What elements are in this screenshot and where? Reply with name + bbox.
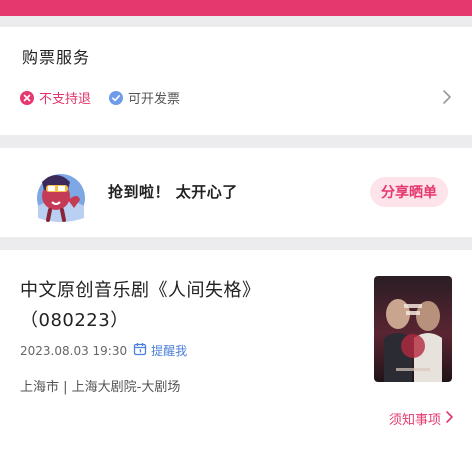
service-tag-no-refund: 不支持退 xyxy=(20,88,91,107)
event-datetime-row: 2023.08.03 19:30 提醒我 xyxy=(20,342,187,359)
event-venue: 上海市 | 上海大剧院-大剧场 xyxy=(20,380,181,395)
event-poster-image[interactable] xyxy=(374,276,452,382)
x-circle-icon xyxy=(20,90,34,105)
share-message: 抢到啦！ 太开心了 xyxy=(108,183,238,201)
service-tag-invoice: 可开发票 xyxy=(109,88,180,107)
remind-me-label: 提醒我 xyxy=(151,344,188,358)
calendar-icon xyxy=(133,342,147,359)
chevron-right-icon xyxy=(445,410,454,428)
top-accent-bar xyxy=(0,0,472,16)
notice-label: 须知事项 xyxy=(388,413,441,428)
event-card[interactable]: 中文原创音乐剧《人间失格》（080223） 2023.08.03 19:30 提… xyxy=(0,250,472,462)
event-title: 中文原创音乐剧《人间失格》（080223） xyxy=(20,280,261,331)
event-datetime: 2023.08.03 19:30 xyxy=(20,343,128,358)
service-tag-label: 不支持退 xyxy=(39,92,92,107)
service-title: 购票服务 xyxy=(22,48,91,67)
notice-link[interactable]: 须知事项 xyxy=(389,409,454,428)
service-tag-label: 可开发票 xyxy=(128,92,181,107)
remind-me-button[interactable]: 提醒我 xyxy=(133,342,187,359)
chevron-right-icon[interactable] xyxy=(442,89,452,109)
mascot-avatar xyxy=(30,162,92,224)
check-circle-icon xyxy=(109,90,124,105)
share-card: 抢到啦！ 太开心了 分享晒单 xyxy=(0,148,472,237)
ticket-service-card[interactable]: 购票服务 不支持退 可开发票 xyxy=(0,27,472,135)
share-order-button[interactable]: 分享晒单 xyxy=(370,177,448,207)
service-tags: 不支持退 可开发票 xyxy=(20,88,180,107)
